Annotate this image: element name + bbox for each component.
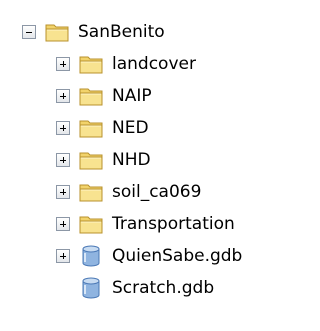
expand-icon[interactable] [56, 121, 70, 135]
tree-node-label: soil_ca069 [112, 182, 202, 202]
folder-icon [79, 56, 103, 74]
folder-icon [79, 184, 103, 202]
tree-node-quiensabe-gdb[interactable]: QuienSabe.gdb [56, 238, 243, 274]
tree-node-label: NAIP [112, 86, 152, 106]
collapse-icon[interactable] [22, 25, 36, 39]
geodatabase-icon [82, 277, 100, 299]
tree-node-label: NHD [112, 150, 151, 170]
tree-node-label: QuienSabe.gdb [112, 246, 243, 266]
folder-icon [45, 24, 69, 42]
tree-node-landcover[interactable]: landcover [56, 46, 197, 82]
tree-node-label: Scratch.gdb [112, 278, 215, 298]
tree-node-label: SanBenito [78, 22, 165, 42]
expand-icon[interactable] [56, 57, 70, 71]
tree-node-label: NED [112, 118, 149, 138]
tree-node-transportation[interactable]: Transportation [56, 206, 236, 242]
expand-icon[interactable] [56, 89, 70, 103]
tree-node-scratch-gdb[interactable]: Scratch.gdb [56, 270, 215, 306]
expand-icon[interactable] [56, 153, 70, 167]
tree-node-soil-ca069[interactable]: soil_ca069 [56, 174, 202, 210]
folder-icon [79, 88, 103, 106]
tree-node-sanbenito[interactable]: SanBenito [22, 14, 166, 50]
folder-icon [79, 120, 103, 138]
tree-node-ned[interactable]: NED [56, 110, 150, 146]
expand-icon[interactable] [56, 217, 70, 231]
folder-icon [79, 152, 103, 170]
folder-icon [79, 216, 103, 234]
tree-node-naip[interactable]: NAIP [56, 78, 153, 114]
catalog-tree: SanBenito landcover NAIP NED NHD soil_ca… [0, 0, 300, 331]
tree-node-label: landcover [112, 54, 196, 74]
expand-icon[interactable] [56, 185, 70, 199]
geodatabase-icon [82, 245, 100, 267]
tree-node-nhd[interactable]: NHD [56, 142, 152, 178]
tree-node-label: Transportation [112, 214, 235, 234]
expand-icon[interactable] [56, 249, 70, 263]
